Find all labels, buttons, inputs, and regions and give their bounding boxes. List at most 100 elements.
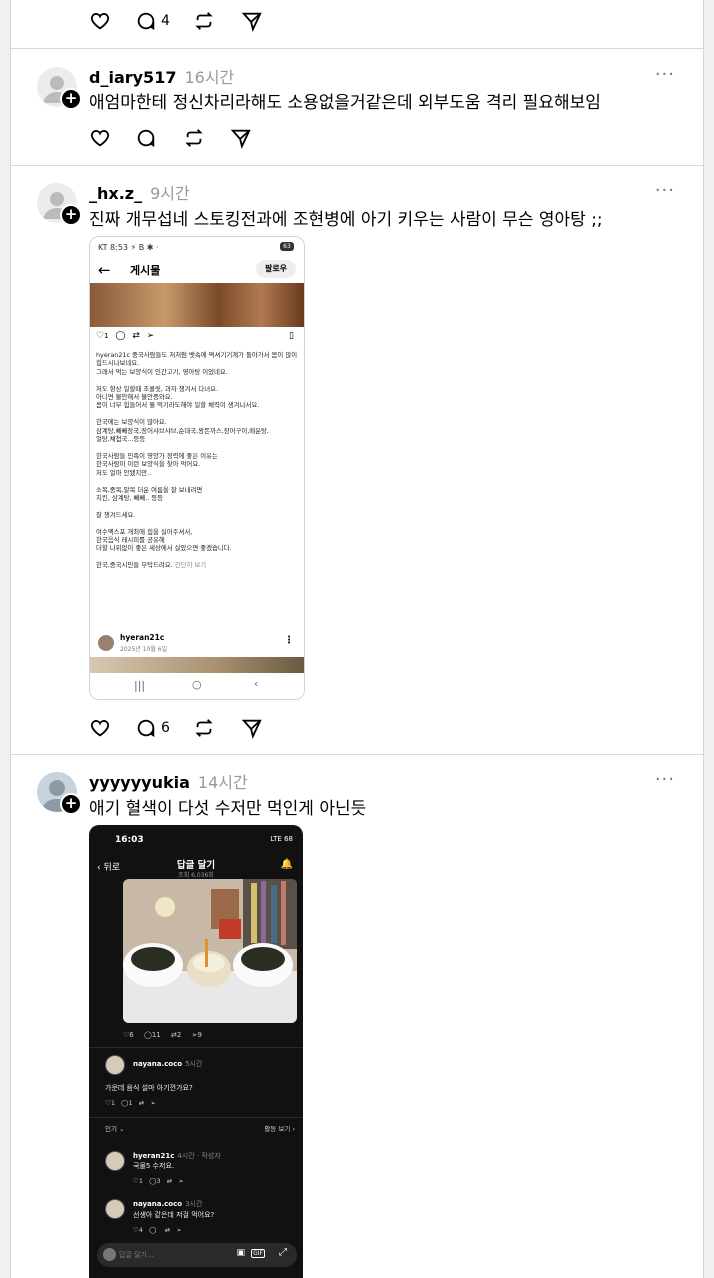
divider (11, 165, 703, 166)
like-button[interactable] (89, 9, 111, 33)
comment-count: 3 (156, 1177, 161, 1185)
post-author[interactable]: yyyyyyukia 14시간 (89, 769, 248, 793)
thread-feed: 4 + d_iary517 16시간 ··· 애엄마한테 정신차리라해도 소용없을… (10, 0, 704, 1278)
post-image-screenshot[interactable]: KT 8:53 ⚡ B ✱ · 63 ← 게시물 팔로우 ♡1 ◯ ⇄ ➢ ▯ … (89, 236, 305, 700)
heart-icon (90, 13, 110, 30)
username[interactable]: d_iary517 (89, 68, 176, 87)
post-image-screenshot[interactable]: 16:03 LTE 68 ‹ 뒤로 답글 달기 조회 6,036회 🔔 ♡6 ◯… (89, 825, 303, 1278)
avatar (105, 1199, 125, 1219)
like-count: 1 (104, 332, 109, 340)
screenshot-date: 2025년 10월 6일 (120, 646, 168, 653)
like-button[interactable] (89, 126, 111, 150)
status-time: 16:03 (115, 835, 144, 845)
view-count: 조회 6,036회 (178, 872, 214, 879)
comment-actions: ♡1 ◯3 ⇄ ➢ (133, 1177, 184, 1185)
post-time: 9시간 (150, 184, 190, 203)
like-count: 1 (138, 1177, 143, 1185)
comment-count: 6 (161, 720, 170, 736)
post-text: 애엄마한테 정신차리라해도 소용없을거같은데 외부도움 격리 필요해보임 (89, 93, 601, 113)
comment-button[interactable] (135, 126, 157, 150)
comment-count: 11 (151, 1031, 161, 1039)
comment-icon (137, 129, 155, 148)
screenshot-body-text: hyeran21c 중국사람들도 저처럼 뱃속에 떡셔기기계가 돌아가서 몸이 … (96, 351, 298, 570)
home-icon: ○ (192, 678, 202, 691)
username[interactable]: yyyyyyukia (89, 773, 190, 792)
post-actions: 6 (89, 716, 289, 740)
repost-button[interactable] (193, 716, 215, 740)
comment-username: nayana.coco (133, 1200, 183, 1208)
comment-icon (137, 719, 155, 738)
share-count: 9 (197, 1031, 202, 1039)
screenshot-username: hyeran21c (120, 633, 165, 642)
comment-button[interactable]: 6 (135, 716, 170, 740)
comment-text: 국물5 수저요. (133, 1162, 175, 1170)
screenshot-photo (90, 283, 304, 327)
sort-label: 인기 (105, 1125, 117, 1133)
repost-button[interactable] (183, 126, 205, 150)
repost-icon: ⇄ (132, 331, 140, 341)
share-button[interactable] (241, 9, 263, 33)
follow-plus-icon[interactable]: + (60, 793, 82, 815)
screenshot-actions: ♡1 ◯ ⇄ ➢ ▯ (96, 331, 296, 345)
screenshot-title: 게시물 (130, 264, 161, 277)
follow-plus-icon[interactable]: + (60, 88, 82, 110)
heart-icon (90, 720, 110, 737)
username[interactable]: _hx.z_ (89, 184, 142, 203)
comment-author: nayana.coco 5시간 (133, 1059, 202, 1069)
expand-icon: ⤢ (279, 1247, 287, 1258)
heart-icon: ♡ (96, 331, 105, 341)
bell-icon: 🔔 (280, 859, 293, 870)
more-options-icon[interactable]: ··· (655, 180, 675, 201)
reply-input: 답글 달기... ▣ GIF ⤢ (97, 1243, 297, 1267)
more-options-icon[interactable]: ··· (655, 769, 675, 790)
comment-button[interactable]: 4 (135, 9, 170, 33)
comment-icon (137, 12, 155, 31)
food-photo (123, 879, 297, 1023)
like-button[interactable] (89, 716, 111, 740)
follow-button: 팔로우 (256, 260, 296, 278)
back-arrow-icon: ← (98, 261, 111, 279)
post-actions (89, 126, 289, 150)
status-bar: KT 8:53 ⚡ B ✱ · (98, 243, 159, 252)
battery-icon: 63 (280, 242, 294, 251)
comment-icon: ◯ (143, 1031, 152, 1039)
post-actions: 4 (89, 9, 289, 33)
repost-icon (195, 12, 213, 30)
comment-username: nayana.coco (133, 1060, 183, 1068)
repost-button[interactable] (193, 9, 215, 33)
avatar (105, 1151, 125, 1171)
comment-time: 4시간 · 작성자 (177, 1152, 221, 1160)
comment-actions: ♡1 ◯1 ⇄ ➢ (105, 1099, 156, 1107)
post-author[interactable]: _hx.z_ 9시간 (89, 180, 190, 204)
comment-text: 선생아 같은데 저걸 먹어요? (133, 1211, 215, 1219)
comment-icon: ◯ (115, 331, 126, 341)
avatar (105, 1055, 125, 1075)
follow-plus-icon[interactable]: + (60, 204, 82, 226)
repost-count: 2 (176, 1031, 182, 1039)
status-signal: LTE 68 (270, 835, 293, 843)
more-options-icon[interactable]: ··· (655, 64, 675, 85)
comment-text: 가운데 음식 설마 아기껀가요? (105, 1084, 193, 1092)
comment-time: 5시간 (185, 1060, 203, 1068)
comment-count: 4 (161, 13, 170, 29)
post-author[interactable]: d_iary517 16시간 (89, 64, 234, 88)
divider (89, 1117, 303, 1118)
send-icon (241, 12, 262, 32)
view-activity: 활동 보기 › (264, 1125, 295, 1133)
sort-dropdown: 인기 ⌄ (105, 1125, 125, 1133)
food-photo-drawing (123, 879, 297, 1023)
heart-icon (90, 130, 110, 147)
image-icon: ▣ (236, 1248, 245, 1258)
share-button[interactable] (241, 716, 263, 740)
android-nav-bar: ||| ○ ‹ (90, 673, 304, 699)
post-text: 진짜 개무섭네 스토킹전과에 조현병에 아기 키우는 사람이 무슨 영아탕 ;; (89, 210, 603, 230)
divider (89, 1047, 303, 1048)
share-button[interactable] (230, 126, 252, 150)
gif-icon: GIF (251, 1249, 265, 1258)
screenshot-title: 답글 달기 (176, 860, 216, 871)
view-activity-label: 활동 보기 (264, 1125, 291, 1133)
screenshot-post-actions: ♡6 ◯11 ⇄2 ➢9 (123, 1031, 297, 1039)
comment-author: hyeran21c 4시간 · 작성자 (133, 1151, 221, 1161)
divider (11, 48, 703, 49)
send-icon (241, 719, 262, 739)
